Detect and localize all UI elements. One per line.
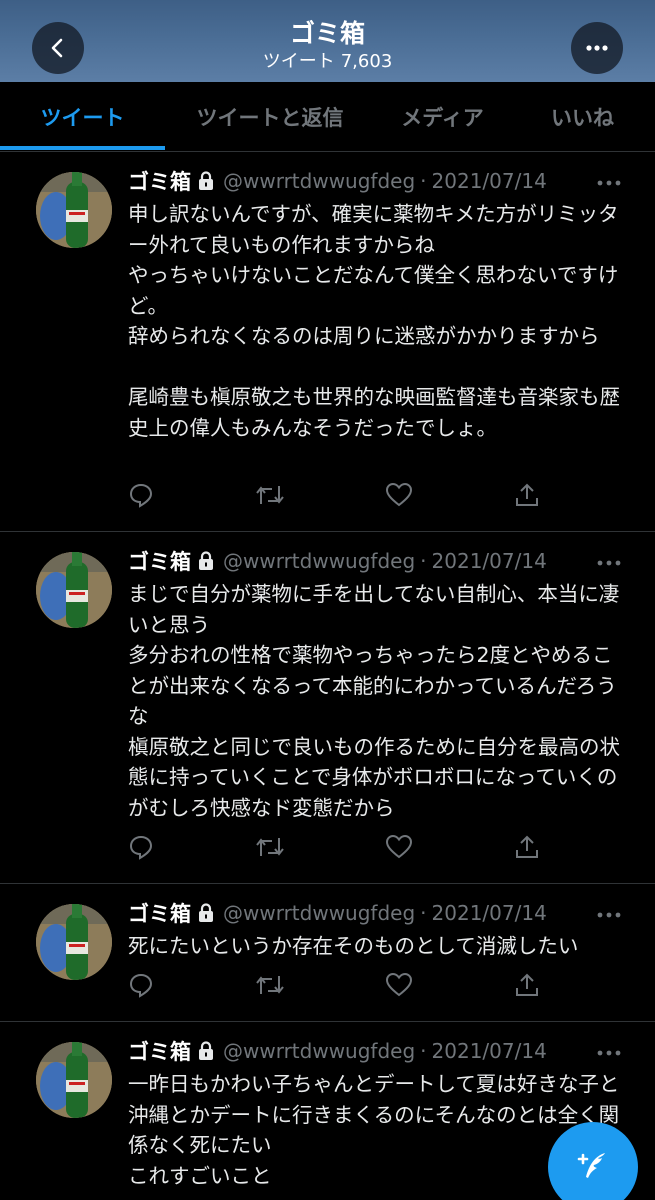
tweet-header: ゴミ箱 @wwrrtdwwugfdeg · 2021/07/14 — [128, 546, 547, 576]
share-icon — [516, 483, 538, 506]
profile-tabs: ツイート ツイートと返信 メディア いいね — [0, 82, 655, 152]
reply-icon — [129, 835, 153, 860]
more-horizontal-icon — [597, 560, 621, 566]
tweet-count-value: 7,603 — [340, 51, 393, 72]
tweet-item[interactable]: ゴミ箱 @wwrrtdwwugfdeg · 2021/07/14 申し訳ないんで… — [0, 152, 655, 532]
separator-dot: · — [420, 549, 427, 573]
retweet-button[interactable] — [255, 834, 285, 864]
tweet-date[interactable]: 2021/07/14 — [432, 169, 547, 193]
tweet-item[interactable]: ゴミ箱 @wwrrtdwwugfdeg · 2021/07/14 死にたいという… — [0, 884, 655, 1022]
tweet-text: 申し訳ないんですが、確実に薬物キメた方がリミッター外れて良いもの作れますからね … — [128, 202, 620, 440]
active-tab-indicator — [0, 146, 165, 150]
tab-tweets[interactable]: ツイート — [0, 82, 165, 152]
reply-icon — [129, 483, 153, 508]
lock-icon — [197, 1041, 215, 1061]
reply-button[interactable] — [128, 972, 154, 1002]
tweet-more-button[interactable] — [596, 172, 622, 191]
tweet-header: ゴミ箱 @wwrrtdwwugfdeg · 2021/07/14 — [128, 1036, 547, 1066]
share-button[interactable] — [514, 482, 540, 512]
tweet-item[interactable]: ゴミ箱 @wwrrtdwwugfdeg · 2021/07/14 まじで自分が薬… — [0, 532, 655, 884]
tweet-header: ゴミ箱 @wwrrtdwwugfdeg · 2021/07/14 — [128, 898, 547, 928]
profile-name-title: ゴミ箱 — [289, 19, 365, 48]
tweet-count: ツイート 7,603 — [0, 47, 655, 73]
share-button[interactable] — [514, 972, 540, 1002]
tweet-actions — [128, 482, 548, 512]
tweet-date[interactable]: 2021/07/14 — [432, 901, 547, 925]
tweet-actions — [128, 834, 548, 864]
retweet-button[interactable] — [255, 482, 285, 512]
tweet-header: ゴミ箱 @wwrrtdwwugfdeg · 2021/07/14 — [128, 166, 547, 196]
tweet-date[interactable]: 2021/07/14 — [432, 1039, 547, 1063]
author-handle[interactable]: @wwrrtdwwugfdeg — [223, 1039, 415, 1063]
tweet-more-button[interactable] — [596, 1042, 622, 1061]
heart-icon — [385, 972, 413, 997]
tweet-more-button[interactable] — [596, 904, 622, 923]
more-horizontal-icon — [597, 1050, 621, 1056]
separator-dot: · — [420, 169, 427, 193]
author-name[interactable]: ゴミ箱 — [128, 1036, 191, 1066]
author-name[interactable]: ゴミ箱 — [128, 898, 191, 928]
lock-icon — [197, 171, 215, 191]
like-button[interactable] — [385, 972, 413, 1002]
more-options-button[interactable] — [571, 22, 623, 74]
avatar[interactable] — [36, 552, 112, 628]
tab-tweets-and-replies[interactable]: ツイートと返信 — [165, 82, 375, 152]
author-handle[interactable]: @wwrrtdwwugfdeg — [223, 169, 415, 193]
compose-tweet-icon — [577, 1153, 605, 1178]
share-icon — [516, 973, 538, 996]
profile-header: ゴミ箱 ツイート 7,603 — [0, 0, 655, 82]
tab-likes[interactable]: いいね — [525, 82, 640, 152]
share-icon — [516, 835, 538, 858]
author-handle[interactable]: @wwrrtdwwugfdeg — [223, 549, 415, 573]
lock-icon — [197, 903, 215, 923]
reply-icon — [129, 973, 153, 998]
retweet-icon — [256, 976, 284, 994]
more-horizontal-icon — [597, 912, 621, 918]
avatar[interactable] — [36, 1042, 112, 1118]
reply-button[interactable] — [128, 834, 154, 864]
lock-icon — [197, 551, 215, 571]
author-name[interactable]: ゴミ箱 — [128, 166, 191, 196]
avatar[interactable] — [36, 172, 112, 248]
separator-dot: · — [420, 1039, 427, 1063]
like-button[interactable] — [385, 834, 413, 864]
more-horizontal-icon — [597, 180, 621, 186]
heart-icon — [385, 834, 413, 859]
tweet-date[interactable]: 2021/07/14 — [432, 549, 547, 573]
tweet-count-label: ツイート — [262, 51, 335, 72]
author-handle[interactable]: @wwrrtdwwugfdeg — [223, 901, 415, 925]
like-button[interactable] — [385, 482, 413, 512]
tweet-more-button[interactable] — [596, 552, 622, 571]
share-button[interactable] — [514, 834, 540, 864]
retweet-icon — [256, 838, 284, 856]
reply-button[interactable] — [128, 482, 154, 512]
author-name[interactable]: ゴミ箱 — [128, 546, 191, 576]
retweet-icon — [256, 486, 284, 504]
more-horizontal-icon — [586, 45, 608, 51]
separator-dot: · — [420, 901, 427, 925]
heart-icon — [385, 482, 413, 507]
avatar[interactable] — [36, 904, 112, 980]
tweet-text: 死にたいというか存在そのものとして消滅したい — [128, 934, 579, 958]
retweet-button[interactable] — [255, 972, 285, 1002]
tweet-actions — [128, 972, 548, 1002]
tab-media[interactable]: メディア — [375, 82, 510, 152]
tweet-text: まじで自分が薬物に手を出してない自制心、本当に凄いと思う 多分おれの性格で薬物や… — [128, 582, 620, 820]
